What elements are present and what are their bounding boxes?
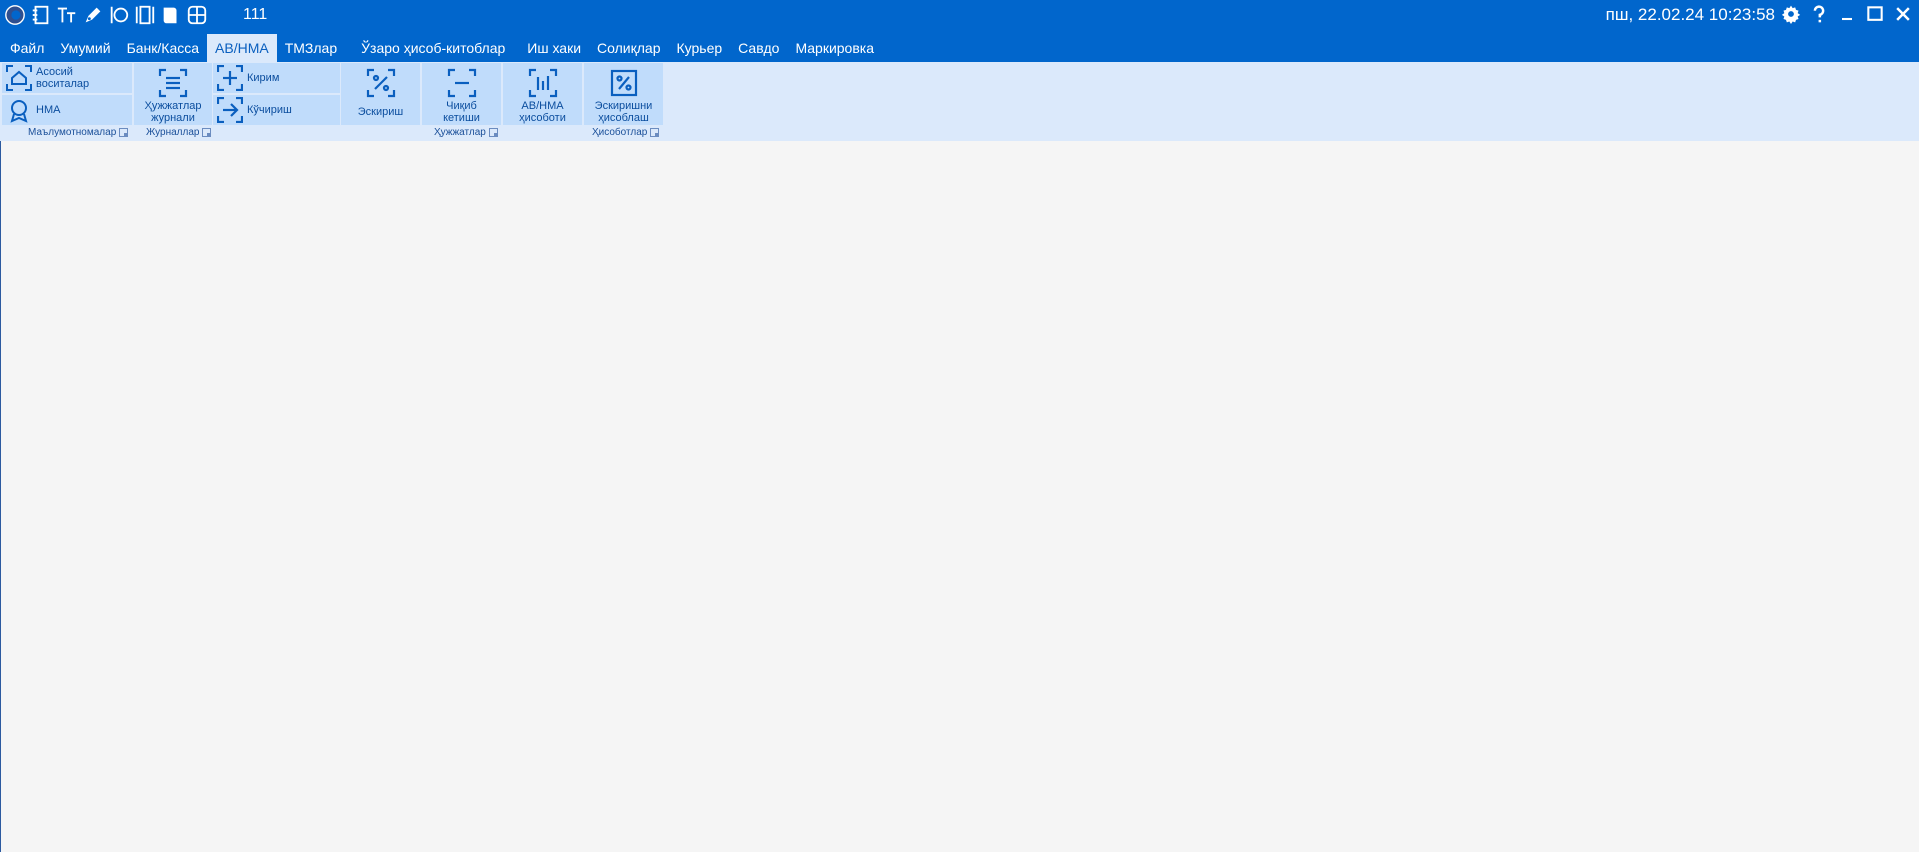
tab-bank-cash[interactable]: Банк/Касса [119,34,207,62]
fork-knife-icon[interactable] [106,2,132,28]
dialog-launcher-icon[interactable] [119,128,129,137]
documents-journal-button[interactable]: Ҳужжатлар журнали [134,63,212,125]
dialog-launcher-icon[interactable] [202,128,212,137]
counter-value: 111 [243,6,268,23]
percent-icon [609,68,639,98]
transfer-button[interactable]: Кўчириш [213,95,340,125]
help-icon[interactable] [1807,2,1831,26]
tab-payroll[interactable]: Иш хаки [519,34,589,62]
assets-report-label-2: ҳисоботи [519,112,566,124]
plus-icon [216,64,244,92]
tab-fixed-assets[interactable]: АВ/НМА [207,34,277,62]
book-icon[interactable] [158,2,184,28]
ribbon: Асосий воситалар НМА Ҳужжатлар журнали Ки… [0,62,1919,141]
group-label-reports: Ҳисоботлар [592,127,660,138]
font-size-icon[interactable] [54,2,80,28]
documents-group-text: Ҳужжатлар [434,127,486,138]
fixed-assets-label-1: Асосий [36,66,73,78]
depreciation-label: Эскириш [357,106,404,118]
group-label-references: Маълумотномалар [28,127,129,138]
group-label-journals: Журналлар [146,127,212,138]
receipt-button[interactable]: Кирим [213,63,340,93]
gear-icon[interactable] [1779,2,1803,26]
pen-icon[interactable] [80,2,106,28]
assets-report-label-1: АВ/НМА [521,100,564,112]
dialog-launcher-icon[interactable] [650,128,660,137]
house-icon [6,65,32,91]
calculate-depreciation-label-1: Эскиришни [594,100,653,112]
calculate-depreciation-button[interactable]: Эскиришни ҳисоблаш [584,63,663,125]
journals-group-text: Журналлар [146,127,200,138]
documents-journal-label-2: журнали [151,112,195,124]
documents-journal-label-1: Ҳужжатлар [144,100,202,112]
arrow-right-icon [216,96,244,124]
badge-icon [6,97,32,123]
minus-icon [447,68,477,98]
transfer-label: Кўчириш [247,104,292,116]
reports-group-text: Ҳисоботлар [592,127,648,138]
tab-taxes[interactable]: Солиқлар [589,34,668,62]
tab-file[interactable]: Файл [2,34,52,62]
grid-icon[interactable] [184,2,210,28]
assets-report-button[interactable]: АВ/НМА ҳисоботи [503,63,582,125]
fixed-assets-label-2: воситалар [36,78,90,90]
menu-bar: Файл Умумий Банк/Касса АВ/НМА ТМЗлар Ўза… [0,30,1919,62]
title-bar: 111 пш, 22.02.24 10:23:58 [0,0,1919,30]
workspace-border [0,141,1,852]
journal-icon [158,68,188,98]
disposal-label-2: кетиши [443,112,480,124]
disposal-label-1: Чиқиб [446,100,477,112]
calculate-depreciation-label-2: ҳисоблаш [598,112,649,124]
tab-trade[interactable]: Савдо [730,34,787,62]
close-icon[interactable] [1891,2,1915,26]
dialog-launcher-icon[interactable] [488,128,498,137]
report-icon [528,68,558,98]
receipt-label: Кирим [247,72,280,84]
intangible-assets-button[interactable]: НМА [2,95,132,125]
columns-icon[interactable] [132,2,158,28]
maximize-icon[interactable] [1863,2,1887,26]
minimize-icon[interactable] [1835,2,1859,26]
app-logo-icon[interactable] [2,2,28,28]
intangible-assets-label: НМА [36,104,61,116]
tab-general[interactable]: Умумий [52,34,118,62]
quick-access-toolbar [2,2,210,28]
fixed-assets-button[interactable]: Асосий воситалар [2,63,132,93]
depreciation-button[interactable]: Эскириш [341,63,420,125]
datetime-display: пш, 22.02.24 10:23:58 [1605,5,1775,24]
references-group-text: Маълумотномалар [28,127,117,138]
disposal-button[interactable]: Чиқиб кетиши [422,63,501,125]
tab-inventory[interactable]: ТМЗлар [277,34,345,62]
tab-settlements[interactable]: Ўзаро ҳисоб-китоблар [353,34,513,62]
tab-marking[interactable]: Маркировка [787,34,882,62]
window-controls [1779,2,1915,26]
notebook-icon[interactable] [28,2,54,28]
depreciation-icon [366,68,396,98]
tab-courier[interactable]: Курьер [668,34,730,62]
group-label-documents: Ҳужжатлар [434,127,498,138]
